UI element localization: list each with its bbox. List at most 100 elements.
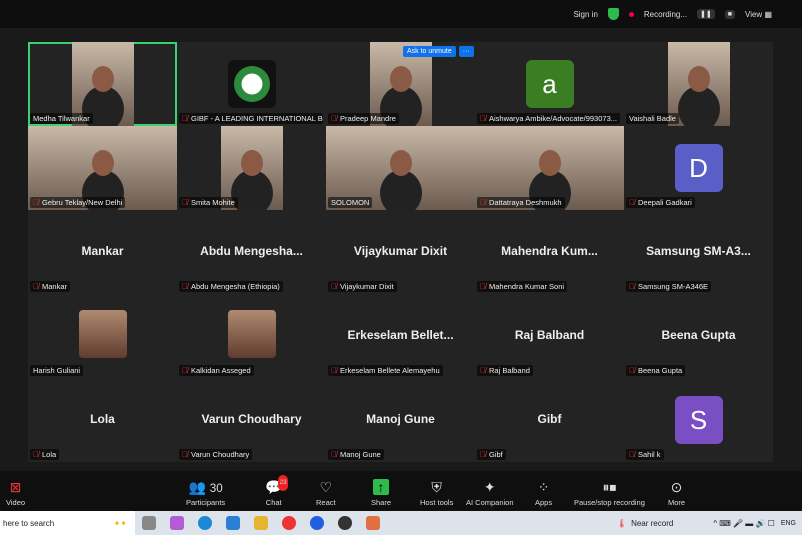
participant-display-name: Gibf bbox=[537, 412, 562, 426]
recording-control-button[interactable]: ⏸⏹ Pause/stop recording bbox=[574, 479, 645, 507]
participant-tile[interactable]: Harish Guliani bbox=[28, 294, 177, 378]
sparkle-icon: ✦ bbox=[483, 479, 496, 495]
sign-in-link[interactable]: Sign in bbox=[573, 10, 597, 19]
pause-recording-button[interactable]: ❚❚ bbox=[697, 9, 715, 19]
participant-display-name: Varun Choudhary bbox=[201, 412, 302, 426]
heart-icon: ♡ bbox=[319, 479, 333, 495]
view-button[interactable]: View ▦ bbox=[745, 10, 772, 19]
chat-button[interactable]: 💬 23 Chat bbox=[265, 475, 289, 507]
participants-button[interactable]: 👥 30 Participants bbox=[186, 479, 225, 507]
participant-tile[interactable]: Mahendra Kum... 🎙̸ Mahendra Kumar Soni bbox=[475, 210, 624, 294]
participant-tile[interactable]: 🎙̸ Kalkidan Asseged bbox=[177, 294, 326, 378]
participant-tile[interactable]: SOLOMON bbox=[326, 126, 475, 210]
sparkle-icon: ✦✦ bbox=[113, 518, 127, 528]
edge-icon[interactable] bbox=[198, 516, 212, 530]
share-label: Share bbox=[371, 498, 392, 507]
weather-text[interactable]: Near record bbox=[631, 519, 673, 528]
system-tray-icons[interactable]: ^ ⌨ 🎤 ▬ 🔊 ☐ bbox=[713, 519, 775, 528]
tile-more-button[interactable]: ··· bbox=[458, 46, 474, 57]
recording-label: Pause/stop recording bbox=[574, 498, 645, 507]
participant-name-label: 🎙̸ Beena Gupta bbox=[626, 365, 686, 376]
participant-tile[interactable]: Raj Balband 🎙̸ Raj Balband bbox=[475, 294, 624, 378]
participant-tile[interactable]: Manoj Gune 🎙̸ Manoj Gune bbox=[326, 378, 475, 462]
copilot-icon[interactable] bbox=[170, 516, 184, 530]
participant-tile[interactable]: D 🎙̸ Deepali Gadkari bbox=[624, 126, 773, 210]
react-button[interactable]: ♡ React bbox=[316, 479, 336, 507]
chat-label: Chat bbox=[265, 498, 282, 507]
participant-tile[interactable]: Abdu Mengesha... 🎙̸ Abdu Mengesha (Ethiopi… bbox=[177, 210, 326, 294]
react-label: React bbox=[316, 498, 336, 507]
participant-tile[interactable]: 🎙̸ Gebru Teklay/New Delhi bbox=[28, 126, 177, 210]
participant-tile[interactable]: Vijaykumar Dixit 🎙̸ Vijaykumar Dixit bbox=[326, 210, 475, 294]
avatar: S bbox=[674, 396, 723, 444]
participant-name-label: 🎙̸ Varun Choudhary bbox=[179, 449, 253, 460]
muted-mic-icon: 🎙̸ bbox=[480, 198, 486, 207]
muted-mic-icon: 🎙̸ bbox=[331, 282, 337, 291]
participant-tile[interactable]: 🎙̸ Dattatraya Deshmukh bbox=[475, 126, 624, 210]
participant-tile[interactable]: Vaishali Badle bbox=[624, 42, 773, 126]
muted-mic-icon: 🎙̸ bbox=[182, 366, 188, 375]
media-player-icon[interactable] bbox=[338, 516, 352, 530]
participant-name: Smita Mohite bbox=[191, 198, 235, 207]
participant-name-label: 🎙̸ Abdu Mengesha (Ethiopia) bbox=[179, 281, 283, 292]
more-button[interactable]: ⊙ More bbox=[668, 479, 685, 507]
zoom-icon[interactable] bbox=[310, 516, 324, 530]
participant-tile[interactable]: Lola 🎙̸ Lola bbox=[28, 378, 177, 462]
participant-name: SOLOMON bbox=[331, 198, 370, 207]
participant-tile[interactable]: Beena Gupta 🎙̸ Beena Gupta bbox=[624, 294, 773, 378]
ai-companion-button[interactable]: ✦ AI Companion bbox=[466, 479, 514, 507]
participant-name: Harish Guliani bbox=[33, 366, 81, 375]
participant-name-label: Vaishali Badle bbox=[626, 113, 679, 124]
apps-button[interactable]: ⁘ Apps bbox=[535, 479, 552, 507]
security-shield-icon[interactable] bbox=[607, 8, 619, 20]
participant-tile[interactable]: Varun Choudhary 🎙̸ Varun Choudhary bbox=[177, 378, 326, 462]
share-button[interactable]: ↑ Share bbox=[371, 479, 391, 507]
mail-icon[interactable] bbox=[226, 516, 240, 530]
video-button[interactable]: ⊠ Video bbox=[6, 479, 25, 507]
participants-label: Participants bbox=[186, 498, 226, 507]
participant-tile[interactable]: 🎙̸ Smita Mohite bbox=[177, 126, 326, 210]
participant-tile[interactable]: Gibf 🎙̸ Gibf bbox=[475, 378, 624, 462]
meeting-toolbar: ⊠ Video 👥 30 Participants 💬 23 Chat ♡ React ↑… bbox=[0, 471, 802, 511]
muted-mic-icon: 🎙̸ bbox=[182, 282, 188, 291]
participant-tile[interactable]: S 🎙̸ Sahil k bbox=[624, 378, 773, 462]
taskbar-search[interactable]: here to search ✦✦ bbox=[0, 511, 135, 535]
video-off-icon: ⊠ bbox=[9, 479, 22, 495]
participant-name-label: Medha Tilwankar bbox=[30, 113, 93, 124]
participant-name-label: 🎙̸ Raj Balband bbox=[477, 365, 533, 376]
muted-mic-icon: 🎙̸ bbox=[182, 450, 188, 459]
participant-name: Aishwarya Ambike/Advocate/993073... bbox=[489, 114, 617, 123]
logo-image bbox=[227, 60, 276, 108]
participant-name: Mahendra Kumar Soni bbox=[489, 282, 565, 291]
participant-name-label: 🎙̸ GIBF - A LEADING INTERNATIONAL B... bbox=[179, 113, 323, 124]
thermometer-icon: 🌡 bbox=[616, 518, 628, 528]
participant-name: Gibf bbox=[489, 450, 503, 459]
participant-name: Lola bbox=[42, 450, 57, 459]
participant-name: Abdu Mengesha (Ethiopia) bbox=[191, 282, 280, 291]
participant-tile[interactable]: Erkeselam Bellet... 🎙̸ Erkeselam Bellete A… bbox=[326, 294, 475, 378]
share-arrow-icon: ↑ bbox=[373, 479, 389, 495]
participant-name: Samsung SM-A346E bbox=[638, 282, 709, 291]
paint-icon[interactable] bbox=[366, 516, 380, 530]
participant-tile[interactable]: Medha Tilwankar bbox=[28, 42, 177, 126]
host-tools-button[interactable]: ⛨ Host tools bbox=[420, 479, 453, 507]
task-view-icon[interactable] bbox=[142, 516, 156, 530]
participant-tile[interactable]: 🎙̸ GIBF - A LEADING INTERNATIONAL B... bbox=[177, 42, 326, 126]
ask-to-unmute-button[interactable]: Ask to unmute bbox=[403, 46, 456, 57]
profile-photo bbox=[78, 310, 127, 358]
participant-display-name: Mahendra Kum... bbox=[501, 244, 598, 258]
pause-stop-icon: ⏸⏹ bbox=[602, 479, 617, 495]
participant-display-name: Manoj Gune bbox=[366, 412, 435, 426]
language-indicator[interactable]: ENG bbox=[781, 520, 796, 527]
muted-mic-icon: 🎙̸ bbox=[629, 198, 635, 207]
participant-tile[interactable]: Mankar 🎙̸ Mankar bbox=[28, 210, 177, 294]
participant-tile[interactable]: Samsung SM-A3... 🎙̸ Samsung SM-A346E bbox=[624, 210, 773, 294]
gallery-grid: Medha Tilwankar 🎙̸ GIBF - A LEADING INTERN… bbox=[28, 42, 773, 462]
participant-name: Deepali Gadkari bbox=[638, 198, 692, 207]
participant-display-name: Erkeselam Bellet... bbox=[347, 328, 454, 342]
file-explorer-icon[interactable] bbox=[254, 516, 268, 530]
participant-tile[interactable]: a 🎙̸ Aishwarya Ambike/Advocate/993073... bbox=[475, 42, 624, 126]
stop-recording-button[interactable]: ■ bbox=[724, 9, 736, 19]
windows-taskbar: here to search ✦✦ 🌡 Near record ^ ⌨ 🎤 ▬ 🔊… bbox=[0, 511, 802, 535]
chrome-icon[interactable] bbox=[282, 516, 296, 530]
